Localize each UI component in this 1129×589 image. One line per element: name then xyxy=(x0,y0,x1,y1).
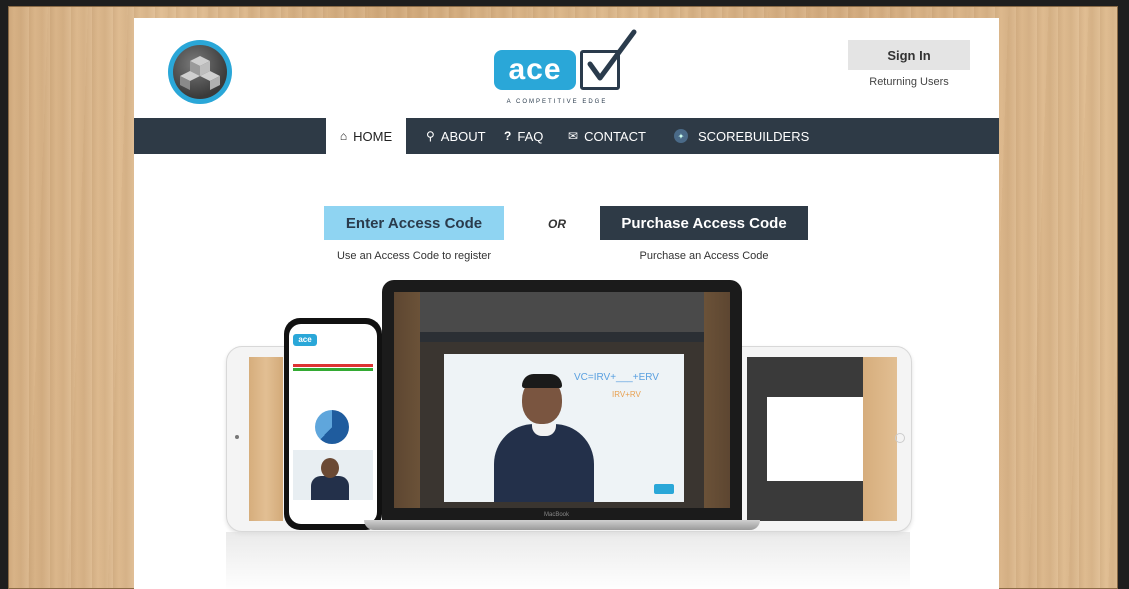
laptop-screen-wood-right xyxy=(704,292,730,508)
laptop-screen: VC=IRV+___+ERV IRV+RV xyxy=(394,292,730,508)
nav-item-label: ABOUT xyxy=(440,128,486,144)
nav-item-label: FAQ xyxy=(517,128,544,144)
enter-access-code-caption: Use an Access Code to register xyxy=(336,250,492,262)
home-icon: ⌂ xyxy=(339,129,348,143)
checkmark-icon xyxy=(587,29,637,81)
tablet-screen-card xyxy=(767,397,863,481)
laptop-device-image: VC=IRV+___+ERV IRV+RV xyxy=(382,280,742,520)
device-reflection xyxy=(226,532,910,589)
video-formula-text: VC=IRV+___+ERV xyxy=(574,372,659,383)
nav-item-scorebuilders[interactable]: ✦ SCOREBUILDERS xyxy=(674,118,809,154)
nav-item-home[interactable]: ⌂ HOME xyxy=(326,118,406,154)
tablet-screen-wood xyxy=(863,357,897,521)
laptop-screen-nav xyxy=(420,332,704,342)
video-watermark-icon xyxy=(654,484,674,494)
nav-item-label: HOME xyxy=(353,128,393,144)
main-nav: ⌂ HOME ⚲ ABOUT ? FAQ ✉ CONTACT ✦ SCOREBU… xyxy=(134,118,999,154)
cubes-icon xyxy=(180,56,220,90)
nav-item-label: SCOREBUILDERS xyxy=(698,128,810,144)
presenter-hair xyxy=(522,374,562,388)
scorebuilders-logo-icon: ✦ xyxy=(674,129,688,143)
nav-item-about[interactable]: ⚲ ABOUT xyxy=(426,118,486,154)
tablet-screen-left xyxy=(249,357,283,521)
purchase-access-code-caption: Purchase an Access Code xyxy=(639,250,769,262)
returning-users-text: Returning Users xyxy=(869,76,949,88)
enter-access-code-button[interactable]: Enter Access Code xyxy=(324,206,504,240)
lightbulb-icon: ⚲ xyxy=(426,129,435,143)
laptop-screen-header xyxy=(420,292,704,332)
nav-item-contact[interactable]: ✉ CONTACT xyxy=(568,118,646,154)
sign-in-button[interactable]: Sign In xyxy=(848,40,970,70)
question-icon: ? xyxy=(504,129,512,143)
ace-logo-wordmark: ace xyxy=(494,50,576,90)
purchase-access-code-button[interactable]: Purchase Access Code xyxy=(600,206,808,240)
ace-logo[interactable]: ace A COMPETITIVE EDGE xyxy=(492,28,642,108)
tablet-screen-right xyxy=(747,357,897,521)
phone-screen: ace xyxy=(289,324,377,524)
presenter-head xyxy=(321,458,339,478)
page: ace A COMPETITIVE EDGE Sign In Returning… xyxy=(134,18,999,589)
phone-green-bar xyxy=(293,368,373,371)
envelope-icon: ✉ xyxy=(568,129,579,143)
presenter-body xyxy=(311,476,349,500)
phone-pie-chart xyxy=(315,410,349,444)
video-player[interactable]: VC=IRV+___+ERV IRV+RV xyxy=(444,354,684,502)
tablet-home-button xyxy=(895,433,905,443)
laptop-base xyxy=(364,520,760,530)
laptop-screen-wood-left xyxy=(394,292,420,508)
or-separator: OR xyxy=(548,217,566,231)
phone-device-image: ace xyxy=(284,318,382,530)
cube-logo-inner xyxy=(173,45,227,99)
phone-red-bar xyxy=(293,364,373,367)
ace-logo-tagline: A COMPETITIVE EDGE xyxy=(506,99,608,105)
nav-item-label: CONTACT xyxy=(584,128,646,144)
phone-ace-logo: ace xyxy=(293,334,317,346)
phone-video-thumb xyxy=(293,450,373,500)
cube-logo-icon[interactable] xyxy=(168,40,232,104)
tablet-camera xyxy=(235,435,239,439)
laptop-brand-label: MacBook xyxy=(544,512,570,518)
nav-item-faq[interactable]: ? FAQ xyxy=(504,118,543,154)
video-formula-text-2: IRV+RV xyxy=(612,390,641,399)
